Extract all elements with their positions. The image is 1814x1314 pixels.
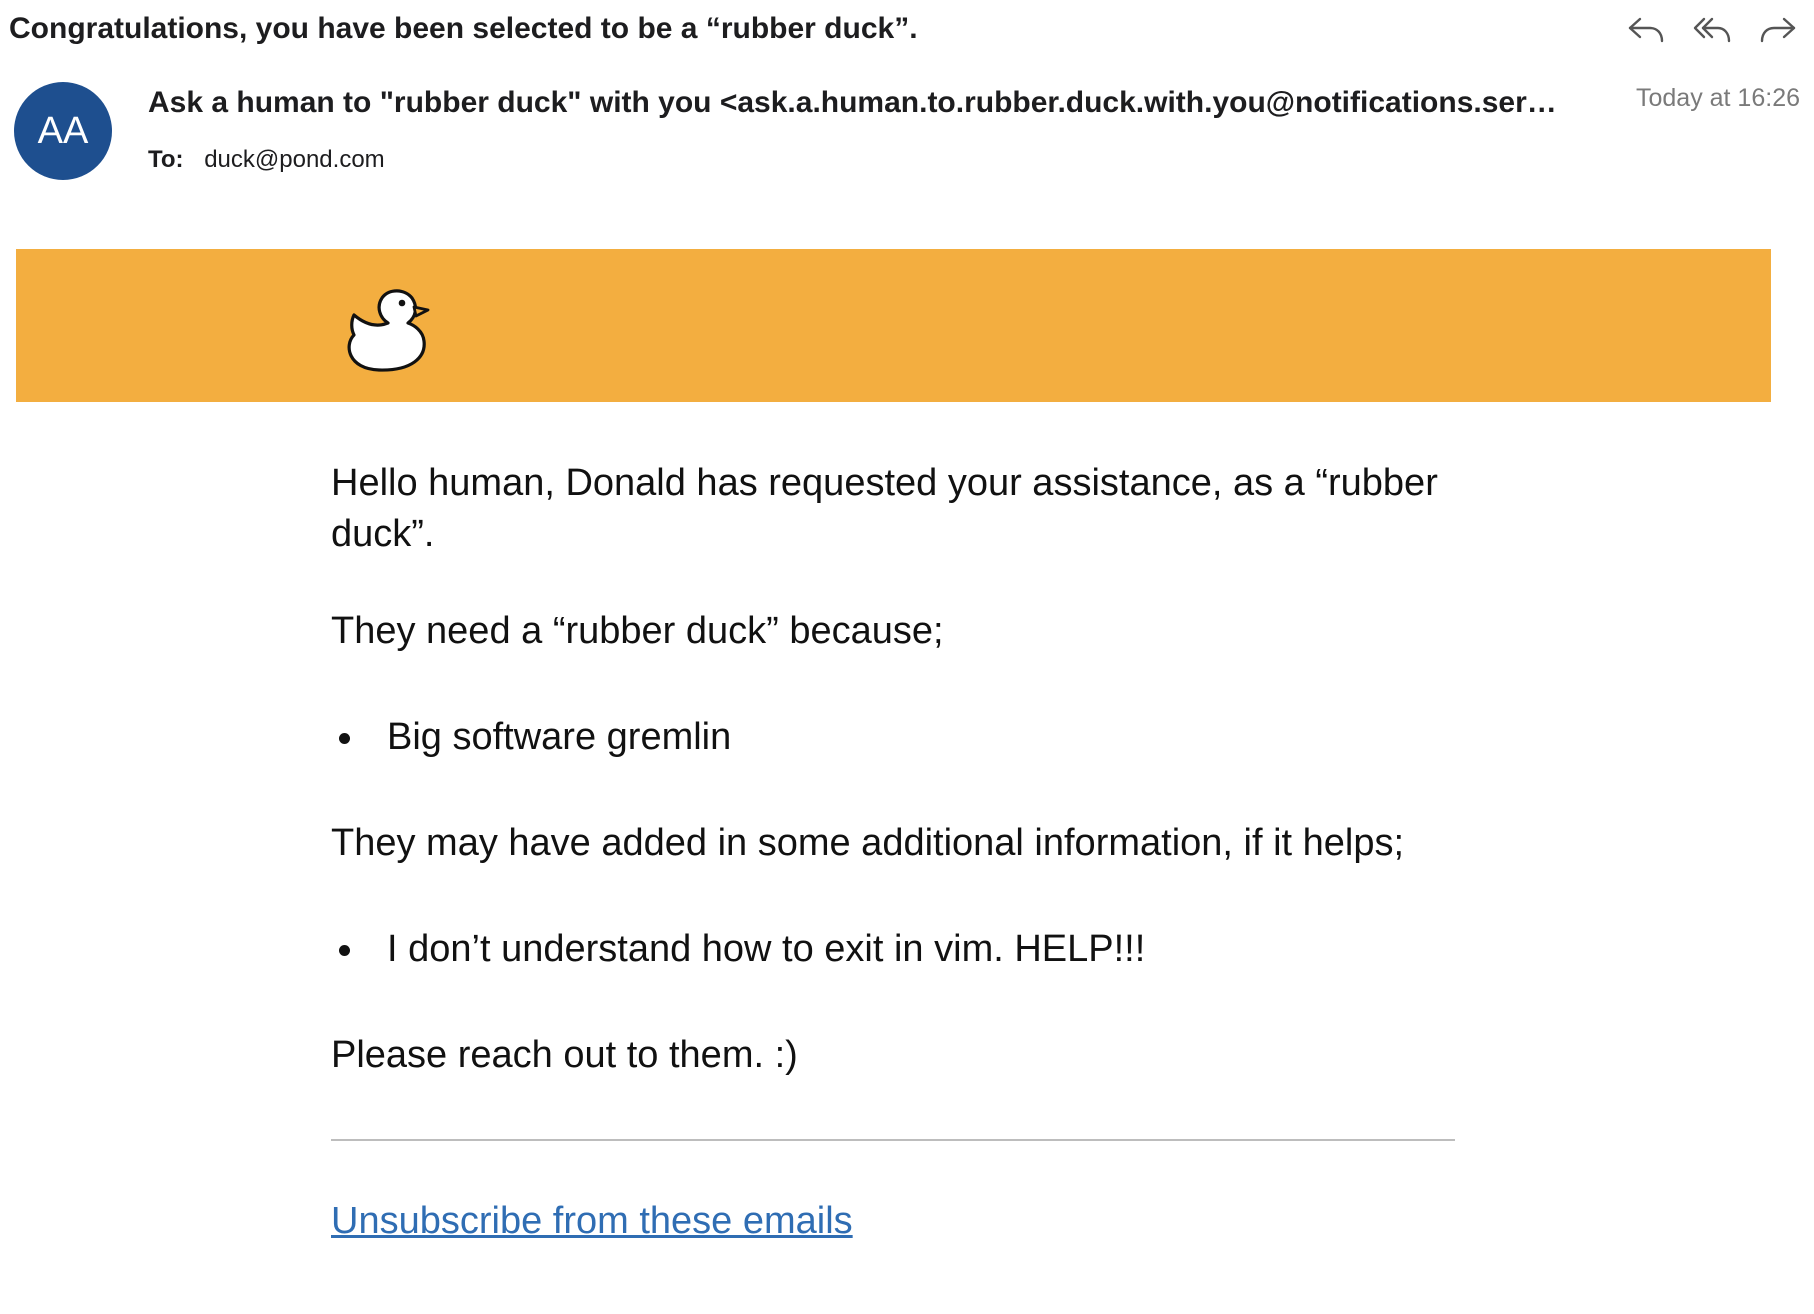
recipient-address[interactable]: duck@pond.com <box>204 146 384 173</box>
rubber-duck-icon <box>347 289 430 372</box>
forward-button[interactable] <box>1756 8 1800 52</box>
reply-all-icon <box>1693 17 1731 43</box>
forward-icon <box>1760 17 1796 43</box>
email-timestamp: Today at 16:26 <box>1615 84 1800 113</box>
bullet-icon <box>339 733 350 744</box>
recipient-row: To: duck@pond.com <box>148 146 385 174</box>
info-list: I don’t understand how to exit in vim. H… <box>331 924 1145 975</box>
email-actions-toolbar <box>1624 8 1800 52</box>
email-subject: Congratulations, you have been selected … <box>9 12 918 45</box>
list-item: I don’t understand how to exit in vim. H… <box>331 924 1145 975</box>
reply-button[interactable] <box>1624 8 1668 52</box>
reason-text: Big software gremlin <box>387 716 732 758</box>
bullet-icon <box>339 945 350 956</box>
reply-all-button[interactable] <box>1690 8 1734 52</box>
sender-avatar: AA <box>14 82 112 180</box>
reason-heading: They need a “rubber duck” because; <box>331 610 944 652</box>
info-heading: They may have added in some additional i… <box>331 822 1405 864</box>
reason-list: Big software gremlin <box>331 712 731 763</box>
email-banner <box>16 249 1771 402</box>
unsubscribe-link[interactable]: Unsubscribe from these emails <box>331 1200 853 1243</box>
closing-text: Please reach out to them. :) <box>331 1034 798 1076</box>
sender-name[interactable]: Ask a human to "rubber duck" with you <a… <box>148 86 1568 120</box>
email-body: Hello human, Donald has requested your a… <box>331 458 1461 1076</box>
greeting-text: Hello human, Donald has requested your a… <box>331 462 1438 555</box>
info-text: I don’t understand how to exit in vim. H… <box>387 928 1146 970</box>
email-view: Congratulations, you have been selected … <box>0 0 1814 1314</box>
list-item: Big software gremlin <box>331 712 731 763</box>
to-label: To: <box>148 146 184 173</box>
divider <box>331 1139 1455 1141</box>
reply-icon <box>1628 17 1664 43</box>
